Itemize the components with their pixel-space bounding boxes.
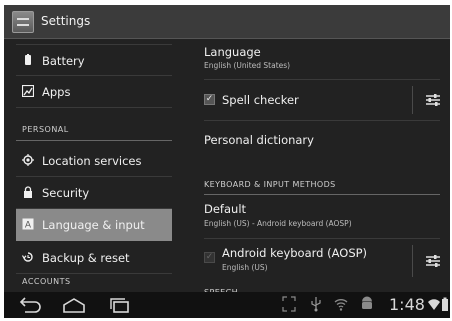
android-keyboard-title: Android keyboard (AOSP) [222,246,368,260]
section-header-keyboard: KEYBOARD & INPUT METHODS [204,180,336,189]
android-keyboard-settings-icon[interactable] [422,250,444,272]
battery-icon [22,54,34,66]
vertical-separator [412,245,413,277]
default-keyboard-setting[interactable]: Default English (US) - Android keyboard … [204,196,440,236]
spell-checker-checkbox[interactable]: ✓ [204,94,215,105]
android-keyboard-subtitle: English (US) [222,263,268,272]
language-icon: A [22,218,34,231]
language-setting[interactable]: Language English (United States) [204,39,440,77]
android-keyboard-setting[interactable]: ✓ Android keyboard (AOSP) English (US) [204,239,440,283]
nav-item-label: Backup & reset [42,251,130,265]
lock-icon [22,186,34,198]
default-keyboard-title: Default [204,202,247,216]
location-icon [22,154,34,166]
spell-checker-title: Spell checker [222,93,299,107]
system-nav-bar: 1:48 [4,292,450,318]
back-button[interactable] [16,296,44,314]
language-subtitle: English (United States) [204,61,291,70]
tablet-screen: Settings Battery Apps PERSONAL Location … [4,5,450,318]
section-divider [204,194,440,195]
section-header-personal: PERSONAL [16,125,172,141]
android-icon [360,296,374,316]
battery-status-icon [441,296,449,316]
default-keyboard-subtitle: English (US) - Android keyboard (AOSP) [204,219,352,228]
vertical-separator [412,86,413,114]
backup-icon [21,251,34,263]
nav-item-backup-reset[interactable]: Backup & reset [16,242,172,274]
language-title: Language [204,45,261,59]
language-input-pane: Language English (United States) ✓ Spell… [194,39,450,297]
nav-item-label: Apps [42,85,71,99]
nav-item-label: Battery [42,54,85,68]
settings-nav-pane: Battery Apps PERSONAL Location services … [4,39,184,293]
svg-text:A: A [25,221,32,231]
nav-item-label: Security [42,186,90,200]
section-header-accounts: ACCOUNTS [16,277,172,293]
spell-checker-setting[interactable]: ✓ Spell checker [204,80,440,120]
android-keyboard-checkbox[interactable]: ✓ [204,252,215,263]
app-title: Settings [41,14,91,28]
nav-item-label: Language & input [42,218,145,232]
nav-item-battery[interactable]: Battery [16,44,172,76]
nav-item-security[interactable]: Security [16,177,172,209]
settings-app-icon[interactable] [12,11,34,33]
nav-item-label: Location services [42,154,142,168]
clock: 1:48 [389,295,425,314]
home-button[interactable] [60,296,88,314]
usb-icon [310,296,322,316]
nav-item-language-input[interactable]: A Language & input [16,209,172,241]
personal-dictionary-setting[interactable]: Personal dictionary [204,121,440,159]
apps-icon [21,84,35,98]
recent-apps-button[interactable] [106,296,134,314]
personal-dictionary-title: Personal dictionary [204,133,314,147]
nav-item-location[interactable]: Location services [16,145,172,177]
wifi-notification-icon [334,296,348,316]
fullscreen-icon [282,296,296,316]
spell-checker-settings-icon[interactable] [422,89,444,111]
wifi-signal-icon [428,296,440,316]
nav-item-apps[interactable]: Apps [16,76,172,108]
action-bar: Settings [4,5,450,39]
